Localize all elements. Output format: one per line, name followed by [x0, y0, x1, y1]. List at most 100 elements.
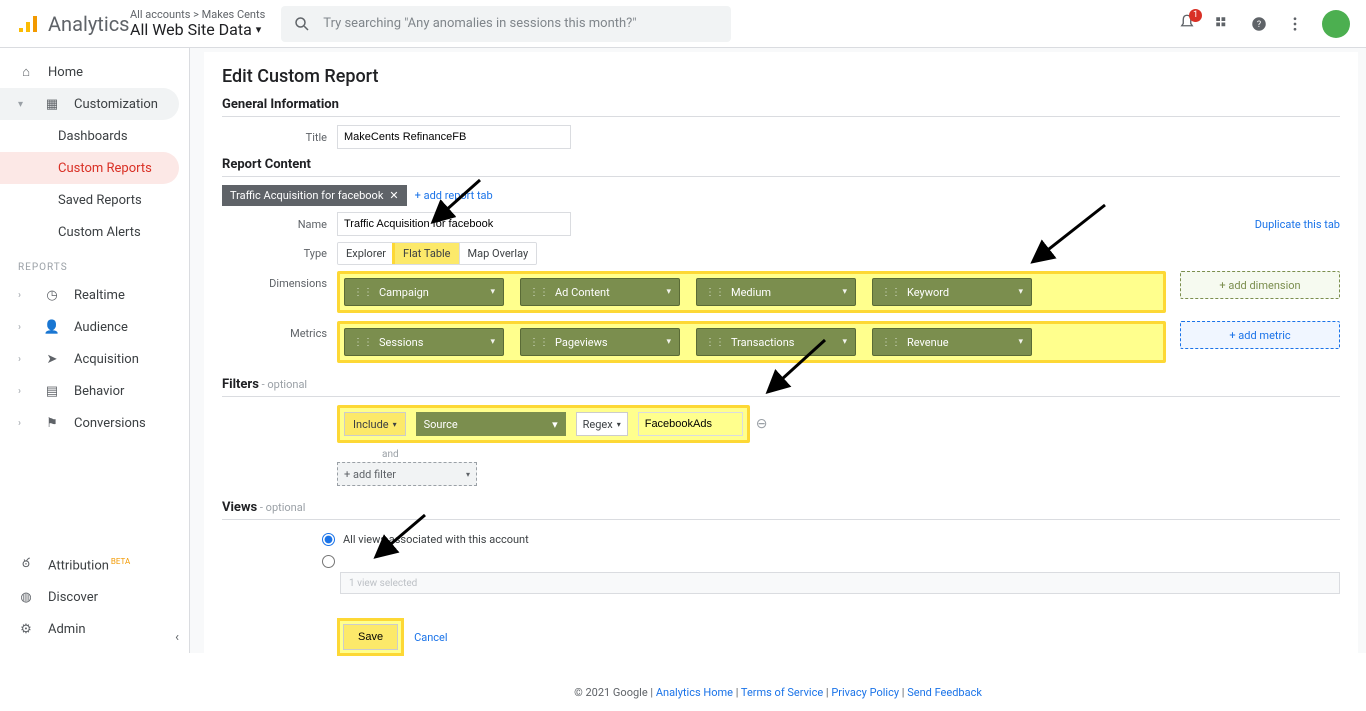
grip-icon: ⋮⋮ [705, 337, 725, 348]
filter-value-input[interactable] [638, 412, 743, 436]
attribution-icon: ఠ [18, 557, 34, 573]
type-flat-table[interactable]: Flat Table [395, 243, 459, 264]
chevron-down-icon: ▾ [666, 337, 671, 347]
views-all-radio[interactable] [322, 533, 335, 546]
chevron-down-icon: ▾ [666, 287, 671, 297]
add-report-tab-link[interactable]: + add report tab [415, 189, 493, 202]
sidebar-collapse-button[interactable]: ‹ [175, 630, 179, 645]
views-all-label: All views associated with this account [343, 533, 529, 546]
footer-link[interactable]: Send Feedback [907, 686, 982, 699]
svg-text:?: ? [1257, 20, 1261, 30]
chevron-down-icon: ▾ [18, 99, 26, 110]
sidebar-item-customization[interactable]: ▾▦Customization [0, 88, 179, 120]
filter-include-select[interactable]: Include▾ [344, 412, 406, 436]
dimension-pill[interactable]: ⋮⋮Medium▾ [696, 278, 856, 306]
add-metric-button[interactable]: + add metric [1180, 321, 1340, 349]
chevron-right-icon: › [18, 354, 26, 365]
grip-icon: ⋮⋮ [881, 337, 901, 348]
dimension-pill[interactable]: ⋮⋮Campaign▾ [344, 278, 504, 306]
type-explorer[interactable]: Explorer [338, 243, 395, 264]
tab-name-input[interactable] [337, 212, 571, 236]
dimension-pill[interactable]: ⋮⋮Keyword▾ [872, 278, 1032, 306]
label-metrics: Metrics [222, 321, 337, 340]
beta-badge: BETA [111, 557, 130, 566]
footer-link[interactable]: Privacy Policy [831, 686, 899, 699]
sidebar-item-realtime[interactable]: ›◷Realtime [0, 279, 189, 311]
title-input[interactable] [337, 125, 571, 149]
chevron-down-icon: ▾ [1018, 287, 1023, 297]
close-tab-icon[interactable]: ✕ [389, 189, 398, 202]
add-filter-button[interactable]: + add filter▾ [337, 462, 477, 486]
label-name: Name [222, 218, 337, 231]
sidebar-item-attribution[interactable]: ఠAttributionBETA [0, 549, 189, 581]
dimension-pill[interactable]: ⋮⋮Ad Content▾ [520, 278, 680, 306]
chevron-right-icon: › [18, 418, 26, 429]
label-type: Type [222, 247, 337, 260]
search-input[interactable]: Try searching "Any anomalies in sessions… [281, 6, 731, 42]
search-icon [293, 15, 311, 33]
sidebar-item-audience[interactable]: ›👤Audience [0, 311, 189, 343]
notifications-button[interactable]: 1 [1178, 13, 1196, 35]
sidebar-item-behavior[interactable]: ›▤Behavior [0, 375, 189, 407]
chevron-down-icon: ▾ [842, 287, 847, 297]
metric-pill[interactable]: ⋮⋮Transactions▾ [696, 328, 856, 356]
type-map-overlay[interactable]: Map Overlay [460, 243, 537, 264]
save-button[interactable]: Save [343, 624, 398, 650]
chevron-down-icon: ▾ [842, 337, 847, 347]
user-avatar[interactable] [1322, 10, 1350, 38]
product-name: Analytics [48, 12, 130, 36]
behavior-icon: ▤ [44, 383, 60, 399]
footer-link[interactable]: Analytics Home [656, 686, 733, 699]
footer: © 2021 Google | Analytics Home | Terms o… [190, 674, 1366, 711]
sidebar-item-saved-reports[interactable]: Saved Reports [0, 184, 189, 216]
metric-pill[interactable]: ⋮⋮Revenue▾ [872, 328, 1032, 356]
chevron-right-icon: › [18, 386, 26, 397]
header-bar: Analytics All accounts > Makes Cents All… [0, 0, 1366, 48]
flag-icon: ⚑ [44, 415, 60, 431]
chevron-down-icon: ▾ [1018, 337, 1023, 347]
help-icon[interactable]: ? [1250, 15, 1268, 33]
sidebar-item-conversions[interactable]: ›⚑Conversions [0, 407, 189, 439]
chevron-down-icon: ▾ [490, 337, 495, 347]
add-dimension-button[interactable]: + add dimension [1180, 271, 1340, 299]
cancel-link[interactable]: Cancel [414, 631, 447, 644]
breadcrumb: All accounts > Makes Cents [130, 9, 265, 21]
more-icon[interactable] [1286, 15, 1304, 33]
sidebar-item-acquisition[interactable]: ›➤Acquisition [0, 343, 189, 375]
account-selector[interactable]: All accounts > Makes Cents All Web Site … [130, 9, 265, 39]
sidebar-item-custom-alerts[interactable]: Custom Alerts [0, 216, 189, 248]
sidebar-item-discover[interactable]: ◍Discover [0, 581, 189, 613]
label-title: Title [222, 131, 337, 144]
clock-icon: ◷ [44, 287, 60, 303]
sidebar-item-home[interactable]: ⌂Home [0, 56, 189, 88]
filter-operator-select[interactable]: Regex▾ [576, 412, 628, 436]
filter-and-label: and [382, 449, 1340, 460]
chevron-right-icon: › [18, 322, 26, 333]
duplicate-tab-link[interactable]: Duplicate this tab [1255, 218, 1340, 231]
views-selected-radio[interactable] [322, 555, 335, 568]
search-placeholder: Try searching "Any anomalies in sessions… [323, 16, 636, 31]
sidebar-item-custom-reports[interactable]: Custom Reports [0, 152, 179, 184]
grip-icon: ⋮⋮ [353, 287, 373, 298]
grip-icon: ⋮⋮ [881, 287, 901, 298]
grip-icon: ⋮⋮ [353, 337, 373, 348]
chevron-down-icon: ▾ [552, 418, 558, 431]
section-filters: Filters - optional [222, 377, 1340, 397]
sidebar-item-dashboards[interactable]: Dashboards [0, 120, 189, 152]
sidebar-item-admin[interactable]: ⚙Admin [0, 613, 189, 645]
person-icon: 👤 [44, 319, 60, 335]
report-tab[interactable]: Traffic Acquisition for facebook✕ [222, 185, 407, 206]
remove-filter-icon[interactable]: ⊖ [756, 416, 768, 432]
footer-link[interactable]: Terms of Service [741, 686, 823, 699]
metric-pill[interactable]: ⋮⋮Pageviews▾ [520, 328, 680, 356]
filter-field-select[interactable]: Source▾ [416, 412, 566, 436]
chevron-down-icon: ▾ [256, 24, 262, 36]
apps-icon[interactable] [1214, 15, 1232, 33]
chevron-right-icon: › [18, 290, 26, 301]
home-icon: ⌂ [18, 64, 34, 80]
analytics-logo-icon [16, 12, 40, 36]
logo-block[interactable]: Analytics [16, 12, 130, 36]
sidebar-section-reports: REPORTS [0, 262, 189, 273]
metric-pill[interactable]: ⋮⋮Sessions▾ [344, 328, 504, 356]
grip-icon: ⋮⋮ [705, 287, 725, 298]
